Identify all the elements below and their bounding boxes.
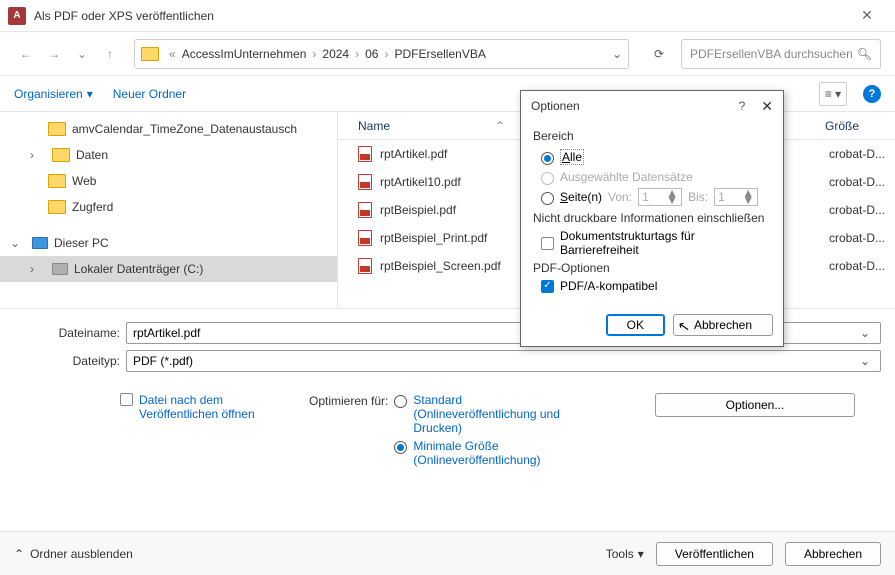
optimize-standard-radio[interactable]: Standard (Onlineveröffentlichung und Dru…: [394, 393, 563, 435]
expand-icon[interactable]: ›: [30, 148, 40, 162]
doctags-checkbox[interactable]: Dokumentstrukturtags für Barrierefreihei…: [541, 229, 771, 257]
app-icon: A: [8, 7, 26, 25]
pdf-icon: [358, 174, 372, 190]
cancel-button[interactable]: Abbrechen: [785, 542, 881, 566]
col-size[interactable]: Größe: [825, 119, 895, 133]
forward-button[interactable]: →: [42, 42, 66, 66]
radio-icon: [541, 152, 554, 165]
to-label: Bis:: [688, 190, 708, 204]
from-spinner: 1▲▼: [638, 188, 682, 206]
pdf-icon: [358, 146, 372, 162]
search-icon: 🔍︎: [857, 47, 872, 61]
publish-button[interactable]: Veröffentlichen: [656, 542, 773, 566]
radio-icon: [541, 172, 554, 185]
range-all-radio[interactable]: Alle: [541, 147, 771, 167]
up-button[interactable]: ↑: [98, 42, 122, 66]
range-group-label: Bereich: [533, 129, 771, 143]
search-input[interactable]: PDFErsellenVBA durchsuchen 🔍︎: [681, 39, 881, 69]
radio-icon: [394, 441, 407, 454]
new-folder-button[interactable]: Neuer Ordner: [113, 87, 186, 101]
radio-icon: [541, 192, 554, 205]
range-selected-radio: Ausgewählte Datensätze: [541, 167, 771, 187]
dialog-title: Optionen: [531, 99, 580, 113]
folder-icon: [48, 174, 66, 188]
tree-item[interactable]: ›Daten: [0, 142, 337, 168]
options-button[interactable]: Optionen...: [655, 393, 855, 417]
bc-seg[interactable]: 06: [365, 47, 378, 61]
bc-seg[interactable]: 2024: [322, 47, 349, 61]
folder-tree[interactable]: amvCalendar_TimeZone_Datenaustausch ›Dat…: [0, 112, 338, 308]
checkbox-icon: [541, 237, 554, 250]
options-dialog: Optionen ? ✕ Bereich Alle Ausgewählte Da…: [520, 90, 784, 347]
tree-item[interactable]: amvCalendar_TimeZone_Datenaustausch: [0, 116, 337, 142]
pdf-icon: [358, 202, 372, 218]
col-name[interactable]: Name: [358, 119, 495, 133]
pdfa-checkbox[interactable]: PDF/A-kompatibel: [541, 279, 771, 293]
pc-icon: [32, 237, 48, 249]
folder-icon: [141, 47, 159, 61]
filetype-label: Dateityp:: [14, 354, 120, 368]
collapse-icon[interactable]: ⌄: [10, 236, 20, 250]
tree-item[interactable]: Web: [0, 168, 337, 194]
filetype-select[interactable]: PDF (*.pdf)⌄: [126, 350, 881, 372]
pdf-icon: [358, 258, 372, 274]
folder-icon: [48, 122, 66, 136]
bc-seg[interactable]: PDFErsellenVBA: [394, 47, 485, 61]
from-label: Von:: [608, 190, 632, 204]
checkbox-icon: [541, 280, 554, 293]
search-placeholder: PDFErsellenVBA durchsuchen: [690, 47, 853, 61]
dialog-cancel-button[interactable]: Abbrechen: [673, 314, 773, 336]
expand-icon[interactable]: ›: [30, 262, 40, 276]
filename-label: Dateiname:: [14, 326, 120, 340]
tree-item-disk[interactable]: ›Lokaler Datenträger (C:): [0, 256, 337, 282]
back-button[interactable]: ←: [14, 42, 38, 66]
optimize-label: Optimieren für:: [309, 393, 388, 467]
chevron-up-icon: ⌃: [14, 547, 24, 561]
optimize-minimal-radio[interactable]: Minimale Größe (Onlineveröffentlichung): [394, 439, 563, 467]
nonprint-group-label: Nicht druckbare Informationen einschließ…: [533, 211, 771, 225]
tree-item[interactable]: Zugferd: [0, 194, 337, 220]
folder-icon: [52, 148, 70, 162]
sort-icon[interactable]: ⌃: [495, 119, 505, 133]
tools-menu[interactable]: Tools▾: [606, 547, 644, 561]
close-icon[interactable]: ✕: [761, 98, 773, 115]
close-icon[interactable]: ✕: [847, 7, 887, 24]
view-mode-button[interactable]: ≡ ▾: [819, 82, 847, 106]
hide-folders-button[interactable]: ⌃Ordner ausblenden: [14, 547, 133, 561]
help-button[interactable]: ?: [863, 85, 881, 103]
checkbox-icon: [120, 393, 133, 406]
pdfopts-group-label: PDF-Optionen: [533, 261, 771, 275]
open-after-checkbox[interactable]: Datei nach dem Veröffentlichen öffnen: [120, 393, 269, 467]
to-spinner: 1▲▼: [714, 188, 758, 206]
folder-icon: [48, 200, 66, 214]
range-pages-radio[interactable]: Seite(n) Von: 1▲▼ Bis: 1▲▼: [541, 187, 771, 207]
bc-seg[interactable]: AccessImUnternehmen: [182, 47, 307, 61]
recent-dropdown[interactable]: ⌄: [70, 42, 94, 66]
breadcrumb[interactable]: « AccessImUnternehmen› 2024› 06› PDFErse…: [134, 39, 629, 69]
radio-icon: [394, 395, 407, 408]
tree-item-pc[interactable]: ⌄Dieser PC: [0, 230, 337, 256]
organize-menu[interactable]: Organisieren▾: [14, 87, 93, 101]
window-title: Als PDF oder XPS veröffentlichen: [34, 9, 847, 23]
disk-icon: [52, 263, 68, 275]
refresh-button[interactable]: ⟳: [641, 47, 677, 61]
help-icon[interactable]: ?: [739, 99, 746, 113]
ok-button[interactable]: OK: [606, 314, 665, 336]
pdf-icon: [358, 230, 372, 246]
